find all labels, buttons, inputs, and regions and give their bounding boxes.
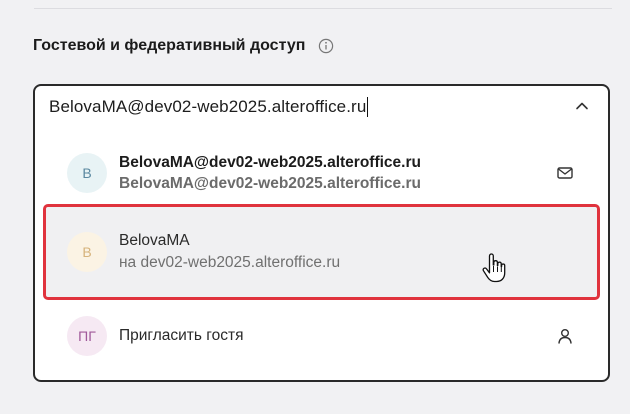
option-text: Пригласить гостя	[119, 327, 243, 345]
avatar: В	[67, 232, 107, 272]
avatar: ПГ	[67, 316, 107, 356]
hand-pointer-icon	[481, 253, 507, 283]
option-title: BelovaMA@dev02-web2025.alteroffice.ru	[119, 154, 421, 171]
invite-guest-option[interactable]: ПГ Пригласить гостя	[43, 308, 600, 364]
suggestion-email[interactable]: В BelovaMA@dev02-web2025.alteroffice.ru …	[43, 138, 600, 208]
person-icon	[556, 327, 574, 345]
guest-access-combobox[interactable]: BelovaMA@dev02-web2025.alteroffice.ru В …	[33, 84, 610, 382]
option-title: BelovaMA	[119, 232, 190, 249]
text-caret	[367, 97, 369, 117]
option-title: Пригласить гостя	[119, 327, 244, 344]
section-title: Гостевой и федеративный доступ	[33, 37, 306, 54]
section-header: Гостевой и федеративный доступ	[33, 37, 335, 55]
top-divider	[34, 8, 612, 9]
suggestion-user[interactable]: В BelovaMA на dev02-web2025.alteroffice.…	[43, 204, 600, 300]
avatar: В	[67, 153, 107, 193]
option-subtitle: на dev02-web2025.alteroffice.ru	[119, 254, 341, 271]
chevron-up-icon[interactable]	[574, 98, 590, 114]
option-subtitle: BelovaMA@dev02-web2025.alteroffice.ru	[119, 175, 421, 192]
option-text: BelovaMA на dev02-web2025.alteroffice.ru	[119, 230, 340, 274]
option-text: BelovaMA@dev02-web2025.alteroffice.ru Be…	[119, 152, 421, 194]
info-icon[interactable]	[317, 37, 335, 55]
mail-icon	[556, 164, 574, 182]
search-input-value: BelovaMA@dev02-web2025.alteroffice.ru	[49, 97, 367, 116]
search-input[interactable]: BelovaMA@dev02-web2025.alteroffice.ru	[35, 86, 608, 128]
